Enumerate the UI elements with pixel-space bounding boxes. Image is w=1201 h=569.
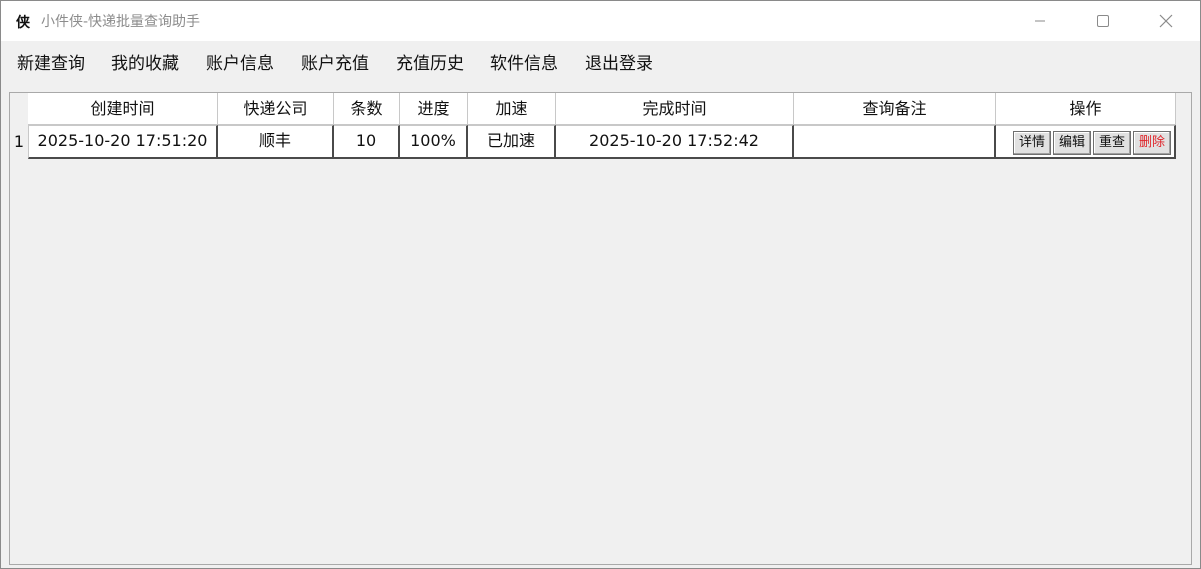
cell-progress[interactable]: 100% bbox=[400, 125, 468, 159]
requery-button[interactable]: 重查 bbox=[1093, 131, 1131, 155]
close-icon bbox=[1159, 14, 1173, 28]
menu-recharge-history[interactable]: 充值历史 bbox=[396, 52, 464, 76]
menu-bar: 新建查询 我的收藏 账户信息 账户充值 充值历史 软件信息 退出登录 bbox=[1, 45, 1200, 85]
app-window: 侠 小件侠-快递批量查询助手 新建查询 我的收藏 账户信息 账户充值 充值历史 … bbox=[0, 0, 1201, 569]
window-title: 小件侠-快递批量查询助手 bbox=[41, 14, 201, 30]
close-button[interactable] bbox=[1135, 1, 1197, 41]
minimize-button[interactable] bbox=[1009, 1, 1071, 41]
title-bar[interactable]: 侠 小件侠-快递批量查询助手 bbox=[1, 1, 1200, 41]
cell-created-time[interactable]: 2025-10-20 17:51:20 bbox=[28, 125, 218, 159]
column-header-created-time[interactable]: 创建时间 bbox=[28, 93, 218, 125]
delete-button[interactable]: 删除 bbox=[1133, 131, 1171, 155]
cell-finished-time[interactable]: 2025-10-20 17:52:42 bbox=[556, 125, 794, 159]
column-header-note[interactable]: 查询备注 bbox=[794, 93, 996, 125]
cell-count[interactable]: 10 bbox=[334, 125, 400, 159]
column-header-finished-time[interactable]: 完成时间 bbox=[556, 93, 794, 125]
column-header-count[interactable]: 条数 bbox=[334, 93, 400, 125]
menu-account-recharge[interactable]: 账户充值 bbox=[301, 52, 369, 76]
menu-software-info[interactable]: 软件信息 bbox=[490, 52, 558, 76]
column-header-actions[interactable]: 操作 bbox=[996, 93, 1176, 125]
edit-button[interactable]: 编辑 bbox=[1053, 131, 1091, 155]
maximize-icon bbox=[1097, 15, 1109, 27]
column-header-progress[interactable]: 进度 bbox=[400, 93, 468, 125]
menu-new-query[interactable]: 新建查询 bbox=[17, 52, 85, 76]
menu-account-info[interactable]: 账户信息 bbox=[206, 52, 274, 76]
minimize-icon bbox=[1035, 20, 1045, 22]
column-header-courier[interactable]: 快递公司 bbox=[218, 93, 334, 125]
maximize-button[interactable] bbox=[1072, 1, 1134, 41]
detail-button[interactable]: 详情 bbox=[1013, 131, 1051, 155]
table-corner bbox=[10, 93, 28, 125]
query-table[interactable]: 创建时间 快递公司 条数 进度 加速 完成时间 查询备注 操作 1 2025-1… bbox=[9, 92, 1192, 565]
menu-logout[interactable]: 退出登录 bbox=[585, 52, 653, 76]
menu-my-favorites[interactable]: 我的收藏 bbox=[111, 52, 179, 76]
column-header-speedup[interactable]: 加速 bbox=[468, 93, 556, 125]
cell-speedup[interactable]: 已加速 bbox=[468, 125, 556, 159]
cell-courier[interactable]: 顺丰 bbox=[218, 125, 334, 159]
cell-note[interactable] bbox=[794, 125, 996, 159]
row-number: 1 bbox=[13, 132, 25, 151]
app-logo-icon: 侠 bbox=[16, 15, 30, 31]
